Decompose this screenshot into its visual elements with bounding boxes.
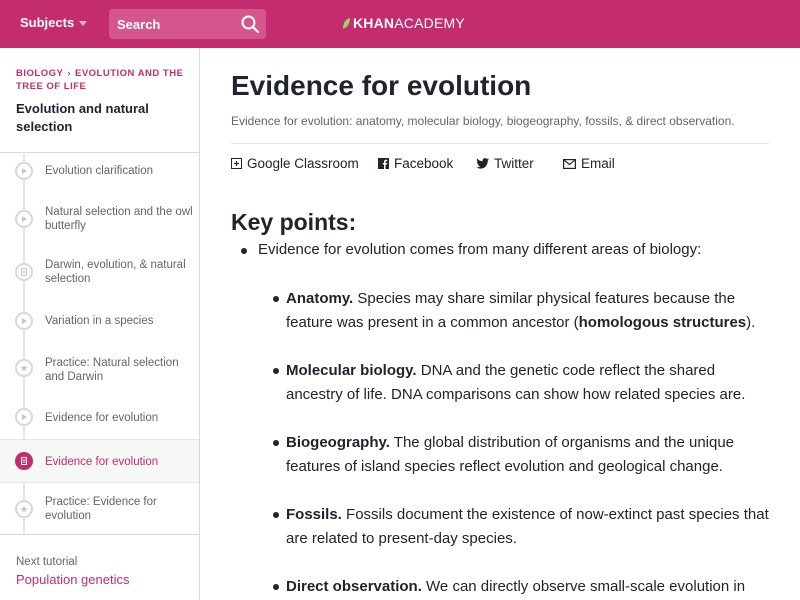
sidebar-item-evidence-video[interactable]: Evidence for evolution (0, 398, 199, 436)
point-term: Fossils. (286, 506, 342, 523)
subjects-menu-button[interactable]: Subjects (20, 15, 88, 30)
star-icon (15, 359, 33, 377)
facebook-icon (378, 158, 389, 169)
twitter-icon (476, 158, 489, 169)
sidebar-item-label: Practice: Natural selection and Darwin (45, 357, 179, 383)
sidebar-item-evidence-article-active[interactable]: Evidence for evolution (0, 439, 199, 483)
list-item-direct-observation: Direct observation. We can directly obse… (273, 575, 773, 599)
share-google-classroom-button[interactable]: Google Classroom (231, 156, 359, 171)
search-box[interactable] (109, 9, 266, 39)
breadcrumb: BIOLOGY › EVOLUTION AND THE TREE OF LIFE (16, 67, 192, 93)
divider (231, 143, 769, 144)
divider (0, 534, 199, 535)
point-text: Biogeography. The global distribution of… (286, 431, 776, 479)
point-text: Fossils. Fossils document the existence … (286, 503, 776, 551)
next-tutorial-link[interactable]: Population genetics (16, 572, 129, 587)
point-term: Molecular biology. (286, 362, 417, 379)
play-icon (15, 312, 33, 330)
play-icon (15, 162, 33, 180)
sidebar-item-owl-butterfly[interactable]: Natural selection and the owl butterfly (0, 193, 199, 245)
share-label: Email (581, 156, 615, 171)
page-description: Evidence for evolution: anatomy, molecul… (231, 114, 735, 128)
list-item-fossils: Fossils. Fossils document the existence … (273, 503, 773, 551)
sidebar-item-practice-natural-selection[interactable]: Practice: Natural selection and Darwin (0, 342, 199, 394)
article-icon (15, 263, 33, 281)
sidebar-item-darwin-article[interactable]: Darwin, evolution, & natural selection (0, 246, 199, 298)
point-text: Anatomy. Species may share similar physi… (286, 287, 776, 335)
bullet-dot (273, 584, 279, 590)
point-line1: The global distribution of organisms and… (389, 434, 735, 451)
khan-academy-logo[interactable]: KHANACADEMY (342, 15, 465, 31)
key-points-heading: Key points: (231, 209, 357, 235)
page-title: Evidence for evolution (231, 70, 532, 101)
sidebar: BIOLOGY › EVOLUTION AND THE TREE OF LIFE E… (0, 48, 200, 600)
sidebar-item-label: Evidence for evolution (45, 456, 159, 468)
intro-bullet-text: Evidence for evolution comes from many d… (258, 241, 702, 258)
point-text: Direct observation. We can directly obse… (286, 575, 776, 599)
sidebar-item-label: Evolution clarification (45, 165, 154, 177)
sidebar-item-variation[interactable]: Variation in a species (0, 301, 199, 339)
point-line2: features of island species reflect evolu… (286, 458, 723, 475)
logo-text-light: ACADEMY (394, 15, 465, 31)
bullet-dot (273, 296, 279, 302)
point-line2-end: ). (746, 314, 756, 331)
point-line2: feature was present in a common ancestor… (286, 314, 579, 331)
share-facebook-button[interactable]: Facebook (378, 156, 453, 171)
play-icon (15, 408, 33, 426)
list-item-biogeography: Biogeography. The global distribution of… (273, 431, 773, 479)
sidebar-item-label: Practice: Evidence for evolution (45, 496, 157, 522)
point-line1: DNA and the genetic code reflect the sha… (416, 362, 716, 379)
point-line2: ancestry of life. DNA comparisons can sh… (286, 386, 746, 403)
bullet-dot (273, 512, 279, 518)
sidebar-item-label: Variation in a species (45, 315, 154, 327)
search-input[interactable] (109, 9, 234, 39)
top-nav-bar: Subjects KHANACADEMY (0, 0, 800, 48)
sidebar-item-label: Darwin, evolution, & natural selection (45, 259, 186, 285)
article-icon (15, 452, 33, 470)
point-term: Anatomy. (286, 290, 354, 307)
sidebar-item-label: Evidence for evolution (45, 412, 159, 424)
point-line1: We can directly observe small-scale evol… (421, 578, 746, 595)
logo-text-bold: KHAN (353, 15, 395, 31)
point-text: Molecular biology. DNA and the genetic c… (286, 359, 776, 407)
bullet-dot (273, 368, 279, 374)
unit-title[interactable]: Evolution and natural selection (16, 100, 186, 136)
sidebar-item-label: Natural selection and the owl butterfly (45, 206, 193, 232)
leaf-icon (343, 18, 350, 29)
search-icon[interactable] (240, 14, 260, 34)
share-label: Twitter (494, 156, 534, 171)
caret-down-icon (79, 21, 88, 27)
chevron-right-icon: › (67, 68, 71, 79)
point-line1: Species may share similar physical featu… (353, 290, 736, 307)
bullet-dot (273, 440, 279, 446)
share-label: Facebook (394, 156, 454, 171)
point-term: Biogeography. (286, 434, 390, 451)
sidebar-item-evolution-clarification[interactable]: Evolution clarification (0, 152, 199, 190)
point-line1: Fossils document the existence of now-ex… (341, 506, 769, 523)
point-term: Direct observation. (286, 578, 422, 595)
star-icon (15, 500, 33, 518)
next-tutorial-label: Next tutorial (16, 556, 78, 568)
list-item-molecular-biology: Molecular biology. DNA and the genetic c… (273, 359, 773, 407)
homologous-structures-link[interactable]: homologous structures (579, 314, 747, 331)
email-icon (563, 159, 577, 170)
google-classroom-icon (231, 158, 242, 169)
share-email-button[interactable]: Email (563, 156, 615, 171)
point-line2: are related to present-day species. (286, 530, 517, 547)
breadcrumb-biology[interactable]: BIOLOGY (16, 68, 63, 79)
subjects-label: Subjects (20, 15, 75, 30)
share-twitter-button[interactable]: Twitter (476, 156, 534, 171)
play-icon (15, 210, 33, 228)
bullet-dot (241, 248, 247, 254)
list-item-anatomy: Anatomy. Species may share similar physi… (273, 287, 773, 335)
share-label: Google Classroom (247, 156, 359, 171)
sidebar-item-practice-evidence[interactable]: Practice: Evidence for evolution (0, 485, 199, 533)
